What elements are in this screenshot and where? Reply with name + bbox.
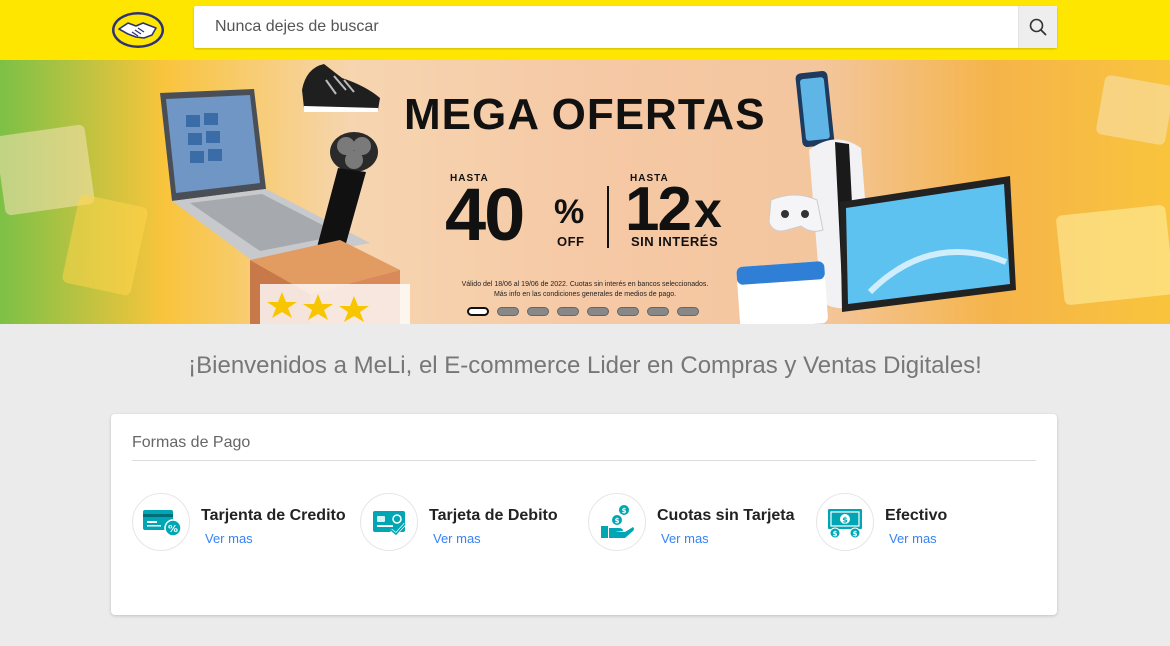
banner-legal-line: Más info en las condiciones generales de…	[493, 291, 677, 298]
carousel-dot[interactable]	[617, 307, 639, 316]
svg-text:%: %	[168, 524, 178, 535]
svg-text:$: $	[853, 530, 858, 538]
welcome-heading: ¡Bienvenidos a MeLi, el E-commerce Lider…	[188, 352, 982, 379]
svg-text:$: $	[842, 516, 848, 525]
payment-method-label: Cuotas sin Tarjeta	[657, 507, 795, 524]
payment-method-label: Tarjenta de Credito	[201, 507, 346, 524]
carousel-dot[interactable]	[587, 307, 609, 316]
box-image	[250, 240, 410, 324]
payment-method-label: Tarjeta de Debito	[429, 507, 558, 524]
banner-sin-interes: SIN INTERÉS	[631, 234, 719, 249]
ver-mas-link[interactable]: Ver mas	[433, 531, 481, 546]
banner-percent: %	[554, 193, 585, 231]
banner-decoration	[1055, 204, 1170, 306]
search-button[interactable]	[1018, 6, 1057, 48]
carousel-dot[interactable]	[557, 307, 579, 316]
ver-mas-link[interactable]: Ver mas	[661, 531, 709, 546]
carousel-dot[interactable]	[677, 307, 699, 316]
banner-decoration	[1095, 74, 1170, 146]
credit-card-icon[interactable]: %	[132, 493, 190, 551]
search-bar	[194, 6, 1057, 48]
carousel-dot[interactable]	[467, 307, 489, 316]
search-input[interactable]	[194, 6, 1018, 48]
carousel-indicators	[467, 307, 699, 316]
payment-methods-card: Formas de Pago % Tarjenta de Credito Ver…	[111, 414, 1057, 615]
carousel-dot[interactable]	[527, 307, 549, 316]
promo-banner[interactable]: MEGA OFERTAS HASTA 40 % OFF HASTA 12 x S…	[0, 60, 1170, 324]
hand-coins-icon[interactable]: $ $	[588, 493, 646, 551]
banner-title: MEGA OFERTAS	[404, 90, 766, 139]
banner-divider	[607, 186, 609, 248]
payment-method-label: Efectivo	[885, 507, 948, 524]
banner-discount-value: 40	[445, 173, 525, 256]
banner-legal-line: Válido del 18/06 al 19/06 de 2022. Cuota…	[461, 281, 709, 288]
banner-legal-text: Válido del 18/06 al 19/06 de 2022. Cuota…	[440, 280, 730, 300]
debit-card-icon[interactable]	[360, 493, 418, 551]
sneaker-image	[302, 64, 380, 112]
search-icon	[1029, 18, 1047, 36]
banner-installments-value: 12	[625, 175, 692, 244]
svg-text:$: $	[615, 517, 620, 525]
carousel-dot[interactable]	[647, 307, 669, 316]
divider	[132, 460, 1036, 461]
monitor-image	[840, 176, 1016, 312]
banner-decoration	[61, 193, 149, 297]
header	[0, 0, 1170, 60]
calendar-image	[736, 261, 828, 324]
handshake-logo-icon[interactable]	[110, 10, 166, 50]
svg-text:$: $	[622, 507, 627, 515]
ver-mas-link[interactable]: Ver mas	[205, 531, 253, 546]
ver-mas-link[interactable]: Ver mas	[889, 531, 937, 546]
carousel-dot[interactable]	[497, 307, 519, 316]
banner-off: OFF	[557, 234, 585, 249]
svg-text:$: $	[833, 530, 838, 538]
payment-methods-title: Formas de Pago	[132, 434, 251, 451]
cash-icon[interactable]: $ $ $	[816, 493, 874, 551]
banner-installments-x: x	[694, 182, 722, 238]
